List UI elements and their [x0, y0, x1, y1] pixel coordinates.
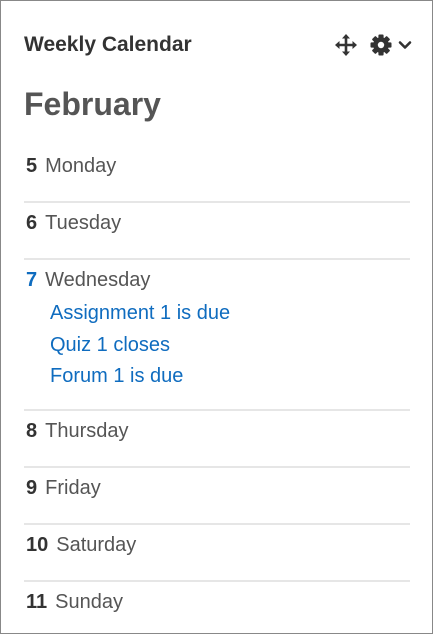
day-row: 5 Monday [24, 146, 410, 203]
event-item: Quiz 1 closes [50, 330, 410, 362]
weekly-calendar-block: Weekly Calendar February 5 Monday 6 Tues… [0, 0, 433, 634]
event-link[interactable]: Assignment 1 is due [50, 302, 230, 324]
day-number: 5 [26, 155, 38, 177]
day-row-today: 7 Wednesday Assignment 1 is due Quiz 1 cl… [24, 260, 410, 411]
day-row: 8 Thursday [24, 411, 410, 468]
gear-icon[interactable] [370, 34, 392, 56]
event-item: Forum 1 is due [50, 361, 410, 393]
day-list: 5 Monday 6 Tuesday 7 Wednesday Assignment 1… [24, 146, 410, 633]
day-number: 9 [26, 477, 38, 499]
day-name: Sunday [55, 591, 123, 613]
day-name: Saturday [56, 534, 137, 556]
month-title: February [24, 86, 161, 122]
event-list: Assignment 1 is due Quiz 1 closes Forum … [24, 298, 410, 393]
block-title: Weekly Calendar [24, 33, 192, 56]
day-row: 10 Saturday [24, 525, 410, 582]
day-number: 10 [26, 534, 49, 556]
day-name: Thursday [45, 420, 129, 442]
block-header: Weekly Calendar [24, 32, 412, 58]
day-number: 6 [26, 212, 38, 234]
day-row: 11 Sunday [24, 582, 410, 633]
day-name: Tuesday [45, 212, 122, 234]
event-link[interactable]: Quiz 1 closes [50, 334, 170, 356]
block-controls [334, 32, 412, 58]
day-row: 6 Tuesday [24, 203, 410, 260]
day-number: 11 [26, 591, 48, 613]
day-name: Friday [45, 477, 101, 499]
day-name: Monday [45, 155, 117, 177]
day-number-today: 7 [26, 269, 38, 291]
day-row: 9 Friday [24, 468, 410, 525]
event-item: Assignment 1 is due [50, 298, 410, 330]
event-link[interactable]: Forum 1 is due [50, 365, 183, 387]
chevron-down-icon[interactable] [398, 38, 412, 52]
day-number: 8 [26, 420, 38, 442]
move-icon[interactable] [334, 33, 358, 57]
day-name: Wednesday [45, 269, 151, 291]
